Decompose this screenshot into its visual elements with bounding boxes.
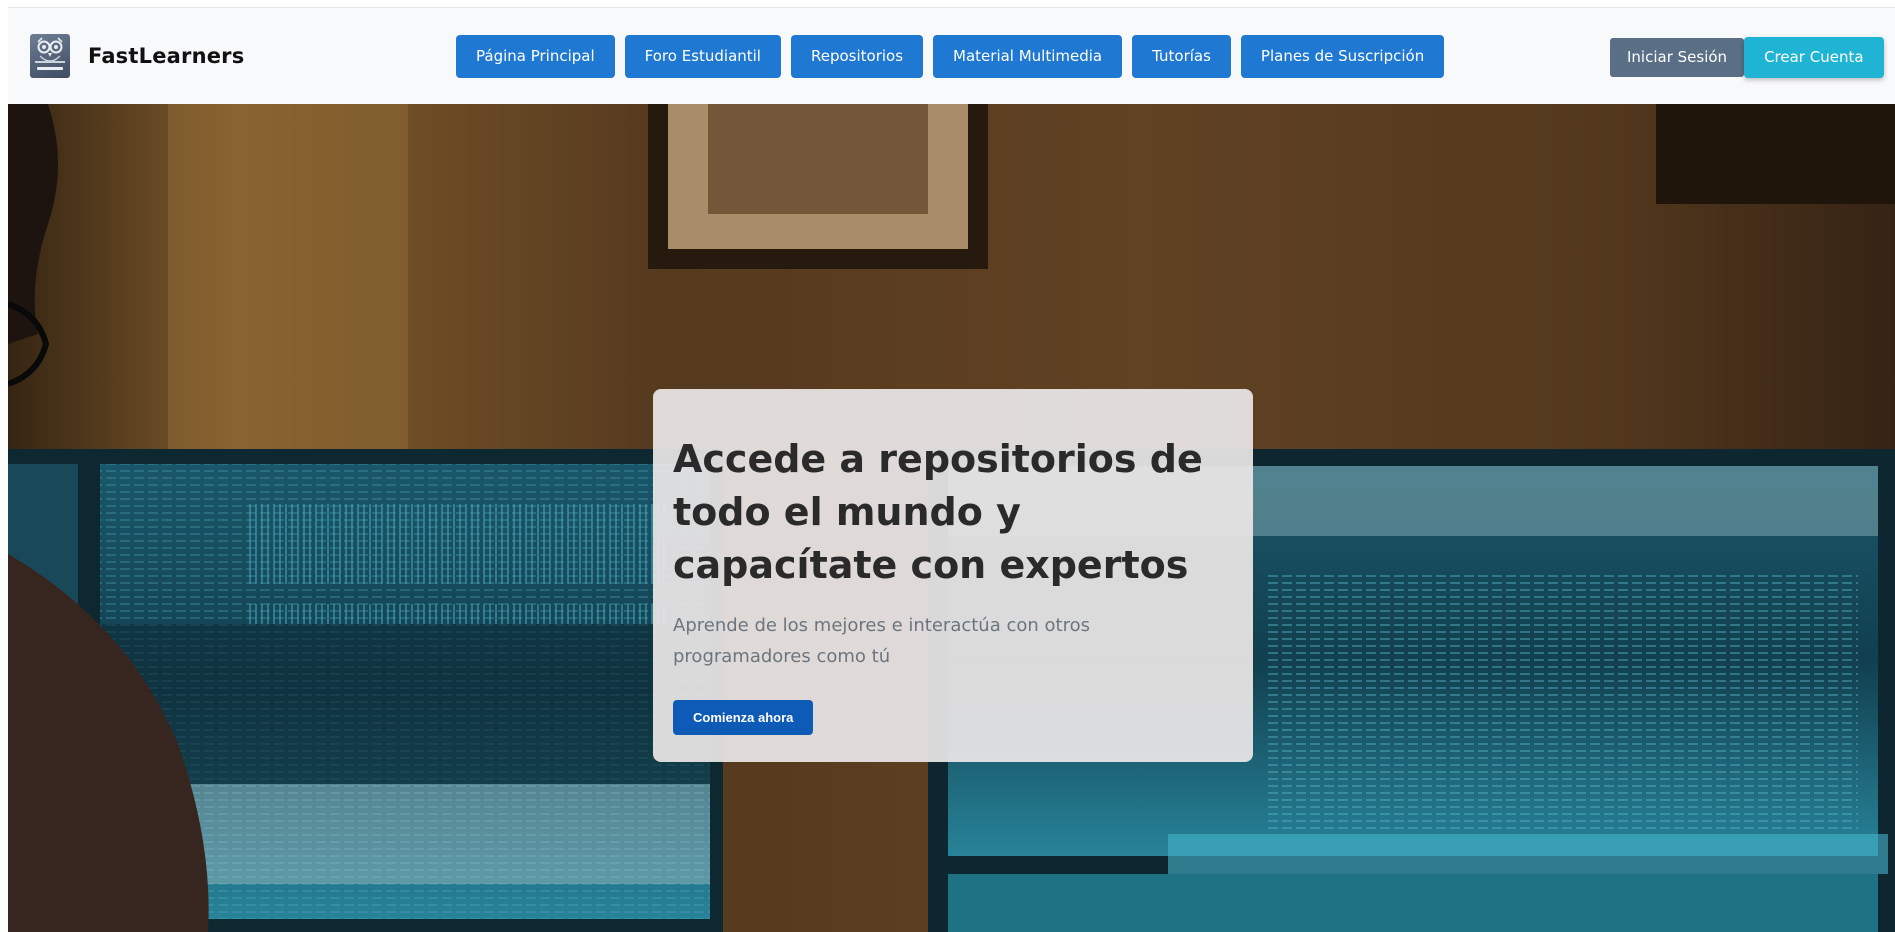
nav-foro-estudiantil-button[interactable]: Foro Estudiantil (624, 35, 781, 78)
site-header: FastLearners Página Principal Foro Estud… (8, 7, 1895, 104)
brand-name[interactable]: FastLearners (88, 44, 244, 68)
brand[interactable]: FastLearners (30, 34, 244, 78)
hero-card: Accede a repositorios de todo el mundo y… (653, 389, 1253, 762)
hero-section: Accede a repositorios de todo el mundo y… (8, 104, 1895, 932)
nav-material-multimedia-button[interactable]: Material Multimedia (933, 35, 1123, 78)
page-edge (0, 0, 8, 932)
hero-subtitle: Aprende de los mejores e interactúa con … (673, 615, 1090, 667)
nav-planes-suscripcion-button[interactable]: Planes de Suscripción (1240, 35, 1445, 78)
auth-buttons: Iniciar Sesión Crear Cuenta (1610, 37, 1884, 78)
hero-title: Accede a repositorios de todo el mundo y… (673, 437, 1203, 587)
nav-tutorias-button[interactable]: Tutorías (1132, 35, 1231, 78)
nav-repositorios-button[interactable]: Repositorios (790, 35, 924, 78)
main-nav: Página Principal Foro Estudiantil Reposi… (456, 35, 1454, 78)
signup-button[interactable]: Crear Cuenta (1744, 37, 1884, 78)
page: FastLearners Página Principal Foro Estud… (0, 0, 1895, 932)
comienza-ahora-button[interactable]: Comienza ahora (673, 700, 814, 735)
login-button[interactable]: Iniciar Sesión (1610, 38, 1745, 77)
nav-pagina-principal-button[interactable]: Página Principal (456, 35, 615, 78)
owl-logo-icon[interactable] (30, 34, 70, 78)
